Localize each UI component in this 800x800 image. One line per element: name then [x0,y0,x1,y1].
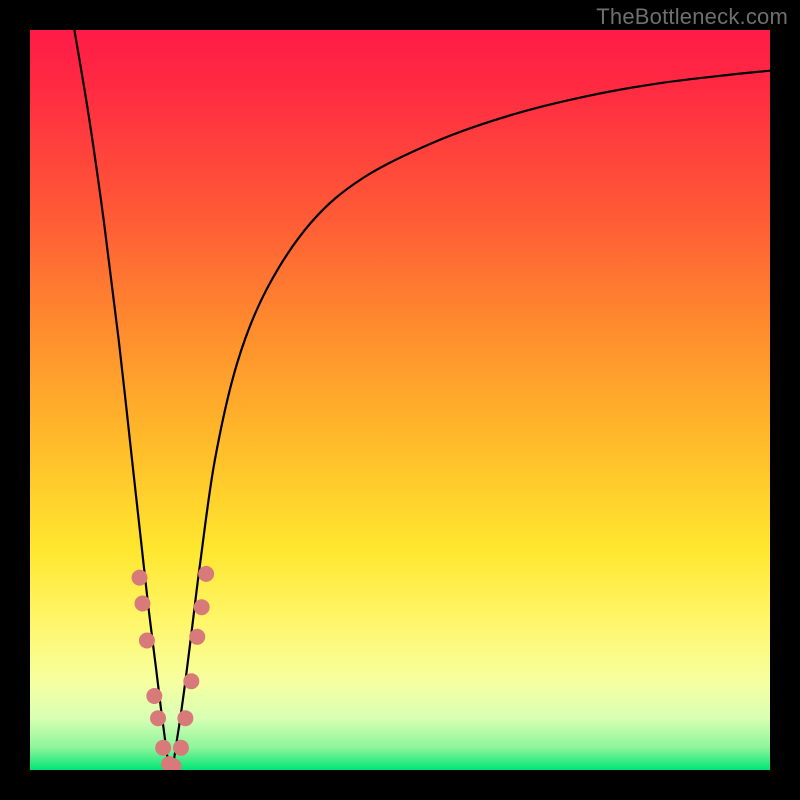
reference-point [134,596,150,612]
chart-svg [30,30,770,770]
reference-point [198,566,214,582]
reference-point [132,570,148,586]
reference-point [194,599,210,615]
reference-point [146,688,162,704]
reference-point [155,740,171,756]
marker-group [132,566,215,770]
reference-point [173,740,189,756]
reference-point [150,710,166,726]
watermark-text: TheBottleneck.com [596,4,788,30]
reference-point [189,629,205,645]
reference-point [183,673,199,689]
bottleneck-curve-path [74,30,770,770]
plot-area [30,30,770,770]
chart-frame: TheBottleneck.com [0,0,800,800]
reference-point [139,633,155,649]
reference-point [177,710,193,726]
